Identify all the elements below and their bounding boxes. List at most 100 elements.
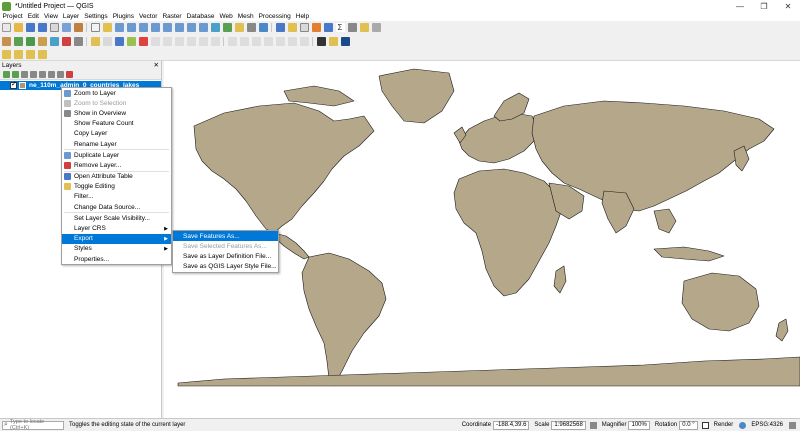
zoom-layer-icon[interactable]	[162, 23, 172, 32]
pan-icon[interactable]	[90, 23, 100, 32]
metasearch-icon[interactable]	[340, 36, 350, 46]
maximize-button[interactable]: ❐	[752, 2, 776, 11]
vertex-tool-icon[interactable]	[138, 36, 148, 46]
rotate-label-icon[interactable]	[275, 36, 285, 46]
select-by-area-icon[interactable]	[1, 49, 11, 59]
close-button[interactable]: ✕	[776, 2, 800, 11]
show-labels-icon[interactable]	[251, 36, 261, 46]
menu-item-filter[interactable]: Filter...	[62, 192, 171, 202]
digitize-icon[interactable]	[126, 36, 136, 46]
layout-manager-icon[interactable]	[61, 23, 71, 32]
refresh-icon[interactable]	[258, 23, 268, 32]
paste-features-icon[interactable]	[186, 36, 196, 46]
menu-item-save-as-qgis-style[interactable]: Save as QGIS Layer Style File...	[173, 262, 278, 272]
save-project-icon[interactable]	[25, 23, 35, 32]
menu-edit[interactable]: Edit	[25, 13, 41, 20]
measure-icon[interactable]	[347, 23, 357, 32]
select-by-expression-icon[interactable]	[37, 49, 47, 59]
menu-settings[interactable]: Settings	[82, 13, 111, 20]
zoom-last-icon[interactable]	[186, 23, 196, 32]
menu-item-copy-layer[interactable]: Copy Layer	[62, 129, 171, 139]
menu-item-layer-crs[interactable]: Layer CRS ▶	[62, 223, 171, 233]
save-as-icon[interactable]	[37, 23, 47, 32]
show-bookmarks-icon[interactable]	[234, 23, 244, 32]
menu-vector[interactable]: Vector	[137, 13, 160, 20]
menu-web[interactable]: Web	[217, 13, 235, 20]
menu-item-change-data-source[interactable]: Change Data Source...	[62, 202, 171, 212]
field-calculator-icon[interactable]	[311, 23, 321, 32]
redo-icon[interactable]	[210, 36, 220, 46]
new-map-view-icon[interactable]	[210, 23, 220, 32]
zoom-native-icon[interactable]	[174, 23, 184, 32]
deselect-all-icon[interactable]	[25, 49, 35, 59]
rotation-field[interactable]: 0.0 °	[679, 420, 698, 430]
processing-toolbox-icon[interactable]	[323, 23, 333, 32]
crs-globe-icon[interactable]	[739, 421, 747, 429]
add-wms-layer-icon[interactable]	[49, 36, 59, 46]
menu-item-show-in-overview[interactable]: Show in Overview	[62, 108, 171, 118]
menu-database[interactable]: Database	[184, 13, 217, 20]
render-checkbox[interactable]	[701, 421, 709, 429]
plugin-a-icon[interactable]	[316, 36, 326, 46]
menu-item-set-layer-scale-visibility[interactable]: Set Layer Scale Visibility...	[62, 213, 171, 223]
locator-search-input[interactable]: Type to locate (Ctrl+K)	[2, 419, 64, 431]
magnifier-field[interactable]: 100%	[628, 420, 650, 430]
style-manager-icon[interactable]	[73, 23, 83, 32]
menu-item-properties[interactable]: Properties...	[62, 254, 171, 264]
menu-raster[interactable]: Raster	[160, 13, 184, 20]
collapse-all-icon[interactable]	[57, 70, 64, 78]
pan-to-selection-icon[interactable]	[102, 23, 112, 32]
menu-help[interactable]: Help	[293, 13, 311, 20]
add-postgis-layer-icon[interactable]	[61, 36, 71, 46]
open-layer-styling-icon[interactable]	[3, 70, 10, 78]
menu-item-duplicate-layer[interactable]: Duplicate Layer	[62, 150, 171, 160]
copy-features-icon[interactable]	[174, 36, 184, 46]
menu-item-save-features-as[interactable]: Save Features As...	[173, 231, 278, 242]
zoom-next-icon[interactable]	[198, 23, 208, 32]
new-geopackage-layer-icon[interactable]	[13, 36, 23, 46]
menu-item-open-attribute-table[interactable]: Open Attribute Table	[62, 172, 171, 182]
cut-features-icon[interactable]	[162, 36, 172, 46]
add-vector-layer-icon[interactable]	[25, 36, 35, 46]
new-project-icon[interactable]	[1, 23, 11, 32]
label-tool-icon[interactable]	[227, 36, 237, 46]
add-group-icon[interactable]	[12, 70, 19, 78]
filter-expression-icon[interactable]	[39, 70, 46, 78]
menu-project[interactable]: Project	[0, 13, 25, 20]
menu-item-styles[interactable]: Styles ▶	[62, 244, 171, 254]
zoom-in-icon[interactable]	[114, 23, 124, 32]
delete-selected-icon[interactable]	[150, 36, 160, 46]
change-label-icon[interactable]	[287, 36, 297, 46]
menu-view[interactable]: View	[41, 13, 60, 20]
menu-item-save-as-layer-definition[interactable]: Save as Layer Definition File...	[173, 251, 278, 261]
select-features-icon[interactable]	[287, 23, 297, 32]
coordinate-field[interactable]: -188.4,39.6	[493, 420, 530, 430]
python-console-icon[interactable]	[328, 36, 338, 46]
statistical-summary-icon[interactable]: Σ	[335, 23, 345, 32]
add-raster-layer-icon[interactable]	[37, 36, 47, 46]
save-edits-icon[interactable]	[114, 36, 124, 46]
open-project-icon[interactable]	[13, 23, 23, 32]
manage-visibility-icon[interactable]	[21, 70, 28, 78]
crs-label[interactable]: EPSG:4326	[751, 422, 783, 428]
undo-icon[interactable]	[198, 36, 208, 46]
select-by-value-icon[interactable]	[13, 49, 23, 59]
map-tips-icon[interactable]	[359, 23, 369, 32]
temporal-controller-icon[interactable]	[246, 23, 256, 32]
expand-all-icon[interactable]	[48, 70, 55, 78]
lock-scale-icon[interactable]	[589, 421, 597, 429]
minimize-button[interactable]: —	[728, 2, 752, 11]
text-annotation-icon[interactable]	[371, 23, 381, 32]
menu-item-remove-layer[interactable]: Remove Layer...	[62, 160, 171, 170]
menu-layer[interactable]: Layer	[60, 13, 81, 20]
data-source-manager-icon[interactable]	[1, 36, 11, 46]
zoom-selection-icon[interactable]	[150, 23, 160, 32]
menu-item-show-feature-count[interactable]: Show Feature Count	[62, 119, 171, 129]
menu-item-zoom-to-layer[interactable]: Zoom to Layer	[62, 88, 171, 98]
menu-item-zoom-to-selection[interactable]: Zoom to Selection	[62, 98, 171, 108]
menu-item-export[interactable]: Export ▶	[62, 233, 171, 244]
scale-field[interactable]: 1:9682568	[551, 420, 586, 430]
zoom-out-icon[interactable]	[126, 23, 136, 32]
diagram-icon[interactable]	[299, 36, 309, 46]
move-label-icon[interactable]	[263, 36, 273, 46]
